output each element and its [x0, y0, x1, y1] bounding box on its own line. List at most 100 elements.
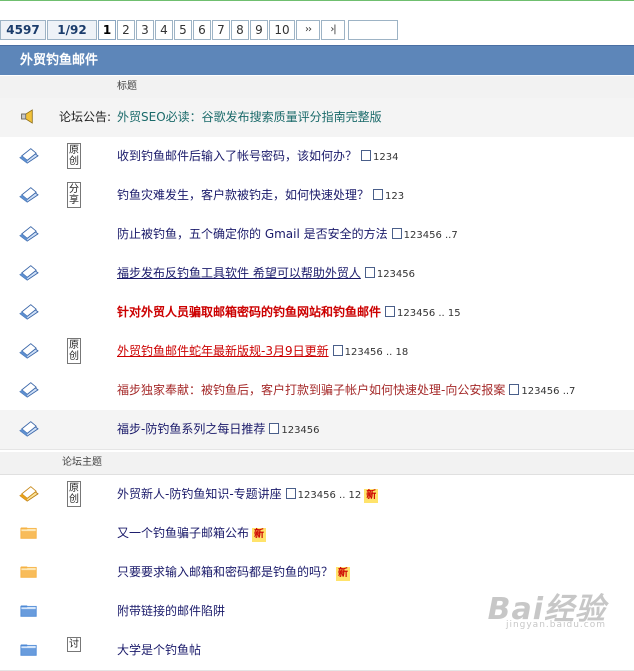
announcement-label: 论坛公告:	[59, 110, 112, 124]
thread-title-cell: 针对外贸人员骗取邮箱密码的钓鱼网站和钓鱼邮件 123456 .. 15	[117, 293, 461, 332]
thread-row: 讨大学是个钓鱼帖	[0, 631, 634, 671]
topic-icon	[19, 226, 39, 242]
thread-page-links[interactable]: 123456 ..7	[509, 384, 575, 397]
folder-icon	[20, 644, 37, 656]
page-numbers[interactable]: 123456 .. 18	[345, 347, 409, 358]
page-numbers[interactable]: 123456 .. 12	[298, 490, 362, 501]
multipage-icon	[332, 345, 343, 356]
thread-page-links[interactable]: 123456 .. 12	[285, 488, 362, 501]
column-header: 标题	[0, 76, 634, 99]
thread-title-cell: 钓鱼灾难发生，客户款被钓走，如何快速处理？ 123	[117, 176, 404, 215]
page-numbers[interactable]: 123456 ..7	[404, 230, 458, 241]
thread-title-link[interactable]: 只要要求输入邮箱和密码都是钓鱼的吗？	[117, 565, 333, 579]
announcement-link[interactable]: 外贸SEO必读：谷歌发布搜索质量评分指南完整版	[117, 110, 382, 124]
page-link-1[interactable]: 1	[98, 20, 116, 40]
thread-badge: 原创	[67, 481, 81, 507]
thread-row: 福步发布反钓鱼工具软件 希望可以帮助外贸人 123456	[0, 254, 634, 294]
folder-icon	[20, 605, 37, 617]
announcement-title[interactable]: 外贸SEO必读：谷歌发布搜索质量评分指南完整版	[117, 98, 382, 137]
thread-page-links[interactable]: 123456 .. 15	[385, 306, 461, 319]
last-page-button[interactable]: ›|	[321, 20, 345, 40]
thread-title-link[interactable]: 福步发布反钓鱼工具软件 希望可以帮助外贸人	[117, 266, 361, 280]
page-numbers[interactable]: 123456 ..7	[521, 386, 575, 397]
watermark-url: jingyan.baidu.com	[505, 620, 606, 630]
page-link-3[interactable]: 3	[136, 20, 154, 40]
page-link-6[interactable]: 6	[193, 20, 211, 40]
thread-title-cell: 外贸钓鱼邮件蛇年最新版规-3月9日更新 123456 .. 18	[117, 332, 408, 371]
forum-title: 外贸钓鱼邮件	[20, 53, 99, 68]
hot-thread-icon	[19, 486, 39, 502]
topic-icon	[19, 148, 39, 164]
page-numbers[interactable]: 123456 .. 15	[397, 308, 461, 319]
thread-title-link[interactable]: 针对外贸人员骗取邮箱密码的钓鱼网站和钓鱼邮件	[117, 305, 381, 319]
thread-row: 原创 外贸钓鱼邮件蛇年最新版规-3月9日更新 123456 .. 18	[0, 332, 634, 372]
thread-title-link[interactable]: 又一个钓鱼骗子邮箱公布	[117, 526, 249, 540]
thread-title-cell: 又一个钓鱼骗子邮箱公布新	[117, 514, 267, 553]
thread-title-link[interactable]: 钓鱼灾难发生，客户款被钓走，如何快速处理？	[117, 188, 369, 202]
multipage-icon	[361, 150, 372, 161]
forum-title-bar: 外贸钓鱼邮件	[0, 45, 634, 75]
thread-title-link[interactable]: 外贸钓鱼邮件蛇年最新版规-3月9日更新	[117, 344, 329, 358]
section-header: 论坛主题	[0, 452, 634, 475]
multipage-icon	[391, 228, 402, 239]
page-link-10[interactable]: 10	[269, 20, 295, 40]
folder-new-icon	[20, 566, 37, 578]
megaphone-icon	[21, 109, 33, 124]
page-jump-input[interactable]	[348, 20, 398, 40]
topic-icon	[19, 343, 39, 359]
page-link-9[interactable]: 9	[250, 20, 268, 40]
thread-badge: 原创	[67, 143, 81, 169]
thread-title-link[interactable]: 外贸新人-防钓鱼知识-专题讲座	[117, 487, 282, 501]
multipage-icon	[364, 267, 375, 278]
topic-icon	[19, 265, 39, 281]
pagination: 4597 1/92 1 2 3 4 5 6 7 8 9 10 ›› ›|	[0, 20, 399, 40]
multipage-icon	[373, 189, 384, 200]
thread-row: 福步-防钓鱼系列之每日推荐 123456	[0, 410, 634, 450]
thread-title-cell: 福步-防钓鱼系列之每日推荐 123456	[117, 410, 320, 449]
new-badge: 新	[252, 528, 267, 542]
page-numbers[interactable]: 123456	[377, 269, 415, 280]
thread-row: 福步独家奉献：被钓鱼后，客户打款到骗子帐户如何快速处理-向公安报案 123456 …	[0, 371, 634, 411]
thread-row: 针对外贸人员骗取邮箱密码的钓鱼网站和钓鱼邮件 123456 .. 15	[0, 293, 634, 333]
thread-row: 又一个钓鱼骗子邮箱公布新	[0, 514, 634, 554]
page-link-2[interactable]: 2	[117, 20, 135, 40]
thread-title-link[interactable]: 收到钓鱼邮件后输入了帐号密码，该如何办？	[117, 149, 357, 163]
thread-title-link[interactable]: 福步-防钓鱼系列之每日推荐	[117, 422, 265, 436]
page-numbers[interactable]: 123456	[281, 425, 319, 436]
thread-title-link[interactable]: 附带链接的邮件陷阱	[117, 604, 225, 618]
thread-title-link[interactable]: 防止被钓鱼，五个确定你的 Gmail 是否安全的方法	[117, 227, 388, 241]
folder-new-icon	[20, 527, 37, 539]
page-numbers[interactable]: 1234	[373, 152, 398, 163]
baidu-jingyan-watermark: Bai经验 jingyan.baidu.com	[488, 584, 606, 630]
page-numbers[interactable]: 123	[385, 191, 404, 202]
page-link-4[interactable]: 4	[155, 20, 173, 40]
thread-page-links[interactable]: 123456 ..7	[391, 228, 458, 241]
thread-title-cell: 只要要求输入邮箱和密码都是钓鱼的吗？新	[117, 553, 351, 592]
thread-page-links[interactable]: 123456	[364, 267, 415, 280]
topic-icon	[19, 382, 39, 398]
thread-title-link[interactable]: 福步独家奉献：被钓鱼后，客户打款到骗子帐户如何快速处理-向公安报案	[117, 383, 505, 397]
topic-icon	[19, 304, 39, 320]
page-indicator: 1/92	[47, 20, 97, 40]
thread-title-cell: 福步发布反钓鱼工具软件 希望可以帮助外贸人 123456	[117, 254, 415, 293]
new-badge: 新	[364, 489, 379, 503]
multipage-icon	[285, 488, 296, 499]
multipage-icon	[509, 384, 520, 395]
page-link-8[interactable]: 8	[231, 20, 249, 40]
thread-page-links[interactable]: 123456	[269, 423, 320, 436]
page-link-7[interactable]: 7	[212, 20, 230, 40]
thread-badge: 分享	[67, 182, 81, 208]
thread-page-links[interactable]: 123	[373, 189, 404, 202]
next-pages-button[interactable]: ››	[296, 20, 320, 40]
section-label: 论坛主题	[62, 457, 102, 468]
thread-title-link[interactable]: 大学是个钓鱼帖	[117, 643, 201, 657]
thread-title-cell: 附带链接的邮件陷阱	[117, 592, 225, 631]
thread-row: 防止被钓鱼，五个确定你的 Gmail 是否安全的方法 123456 ..7	[0, 215, 634, 255]
multipage-icon	[385, 306, 396, 317]
thread-row: 原创 外贸新人-防钓鱼知识-专题讲座 123456 .. 12 新	[0, 475, 634, 515]
thread-row: 原创 收到钓鱼邮件后输入了帐号密码，该如何办？ 1234	[0, 137, 634, 177]
thread-page-links[interactable]: 123456 .. 18	[332, 345, 409, 358]
page-link-5[interactable]: 5	[174, 20, 192, 40]
multipage-icon	[269, 423, 280, 434]
thread-page-links[interactable]: 1234	[361, 150, 398, 163]
